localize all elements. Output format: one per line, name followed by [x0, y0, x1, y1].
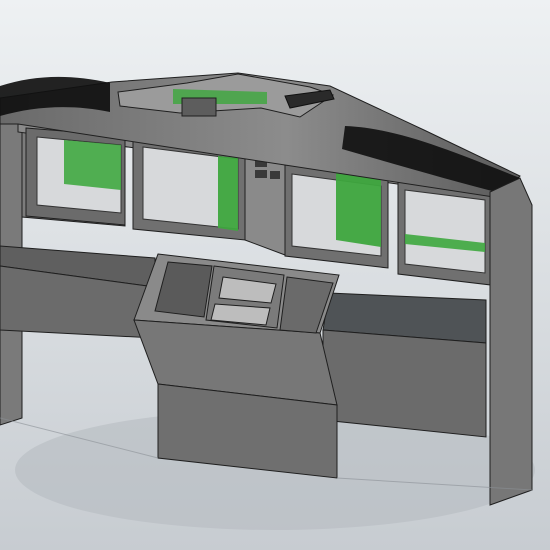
cad-viewport [0, 0, 550, 550]
instrument-cutout-b [255, 170, 267, 178]
bay-1-green-accent [64, 140, 121, 190]
bay-2-green-accent [218, 156, 238, 231]
bay-3-green-accent [336, 172, 381, 247]
right-wing-wall [489, 177, 533, 506]
instrument-cutout-c [270, 171, 280, 179]
right-lower-cabinet [322, 329, 487, 438]
overhead-switch-panel [181, 97, 217, 117]
bay-4-cavity [404, 189, 486, 274]
flight-deck-cad-model [0, 0, 550, 550]
